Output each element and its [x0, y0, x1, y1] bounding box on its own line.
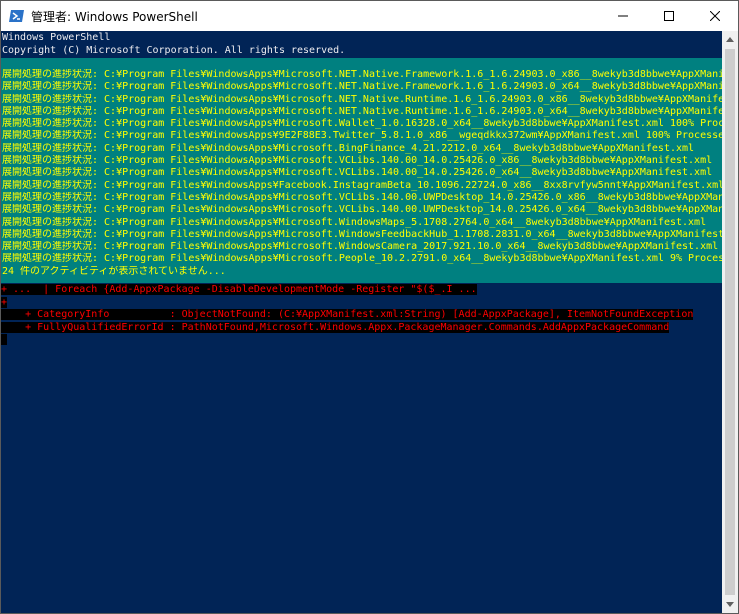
- error-line: + FullyQualifiedErrorId : PathNotFound,M…: [1, 321, 722, 335]
- progress-line: 展開処理の進捗状況: C:¥Program Files¥WindowsApps¥…: [2, 93, 722, 105]
- chevron-up-icon: [726, 37, 734, 42]
- close-button[interactable]: [692, 1, 738, 31]
- powershell-window: 管理者: Windows PowerShell Windows PowerShe…: [0, 0, 739, 614]
- progress-line: 展開処理の進捗状況: C:¥Program Files¥WindowsApps¥…: [2, 105, 722, 117]
- progress-line: 展開処理の進捗状況: C:¥Program Files¥WindowsApps¥…: [2, 142, 695, 154]
- error-text: + FullyQualifiedErrorId : PathNotFound,M…: [1, 321, 670, 333]
- progress-line: 展開処理の進捗状況: C:¥Program Files¥WindowsApps¥…: [2, 204, 722, 216]
- progress-line: 展開処理の進捗状況: C:¥Program Files¥WindowsApps¥…: [2, 130, 722, 142]
- progress-line: 展開処理の進捗状況: C:¥Program Files¥WindowsApps¥…: [2, 228, 722, 240]
- progress-footer: 24 件のアクティビティが表示されていません...: [2, 265, 226, 277]
- error-line: + ... | Foreach {Add-AppxPackage -Disabl…: [1, 284, 722, 297]
- title-bar[interactable]: 管理者: Windows PowerShell: [1, 1, 738, 31]
- window-title: 管理者: Windows PowerShell: [31, 9, 198, 24]
- progress-line: 展開処理の進捗状況: C:¥Program Files¥WindowsApps¥…: [2, 167, 713, 179]
- progress-line: 展開処理の進捗状況: C:¥Program Files¥WindowsApps¥…: [2, 253, 722, 265]
- maximize-button[interactable]: [646, 1, 692, 31]
- vertical-scrollbar[interactable]: [722, 31, 738, 613]
- scroll-up-button[interactable]: [722, 31, 738, 48]
- scroll-down-button[interactable]: [722, 596, 738, 613]
- progress-line: 展開処理の進捗状況: C:¥Program Files¥WindowsApps¥…: [2, 155, 713, 167]
- maximize-icon: [664, 11, 674, 21]
- error-line: +: [1, 296, 722, 310]
- progress-line: 展開処理の進捗状況: C:¥Program Files¥WindowsApps¥…: [2, 191, 722, 203]
- chevron-down-icon: [726, 602, 734, 607]
- error-text: +: [1, 296, 8, 308]
- console-header-line: Windows PowerShell: [2, 32, 111, 43]
- error-output: + ... | Foreach {Add-AppxPackage -Disabl…: [1, 284, 722, 347]
- text-cursor: [1, 334, 7, 345]
- error-text: + ... | Foreach {Add-AppxPackage -Disabl…: [1, 284, 477, 295]
- progress-line: 展開処理の進捗状況: C:¥Program Files¥WindowsApps¥…: [2, 69, 722, 80]
- progress-line: 展開処理の進捗状況: C:¥Program Files¥WindowsApps¥…: [2, 118, 722, 130]
- error-text: + CategoryInfo : ObjectNotFound: (C:¥App…: [1, 309, 694, 320]
- close-icon: [710, 11, 720, 21]
- progress-panel: 展開処理の進捗状況: C:¥Program Files¥WindowsApps¥…: [1, 58, 722, 283]
- scrollbar-thumb[interactable]: [725, 49, 735, 595]
- prompt-line: [1, 334, 722, 347]
- progress-line: 展開処理の進捗状況: C:¥Program Files¥WindowsApps¥…: [2, 216, 707, 228]
- progress-line: 展開処理の進捗状況: C:¥Program Files¥WindowsApps¥…: [2, 81, 722, 93]
- console-area[interactable]: Windows PowerShell Copyright (C) Microso…: [1, 31, 722, 613]
- progress-line: 展開処理の進捗状況: C:¥Program Files¥WindowsApps¥…: [2, 241, 719, 253]
- error-line: + CategoryInfo : ObjectNotFound: (C:¥App…: [1, 309, 722, 322]
- minimize-button[interactable]: [600, 1, 646, 31]
- powershell-icon: [9, 10, 24, 22]
- window-controls: [600, 1, 738, 31]
- minimize-icon: [618, 15, 628, 17]
- progress-line: 展開処理の進捗状況: C:¥Program Files¥WindowsApps¥…: [2, 179, 722, 191]
- console-header-line: Copyright (C) Microsoft Corporation. All…: [2, 44, 346, 56]
